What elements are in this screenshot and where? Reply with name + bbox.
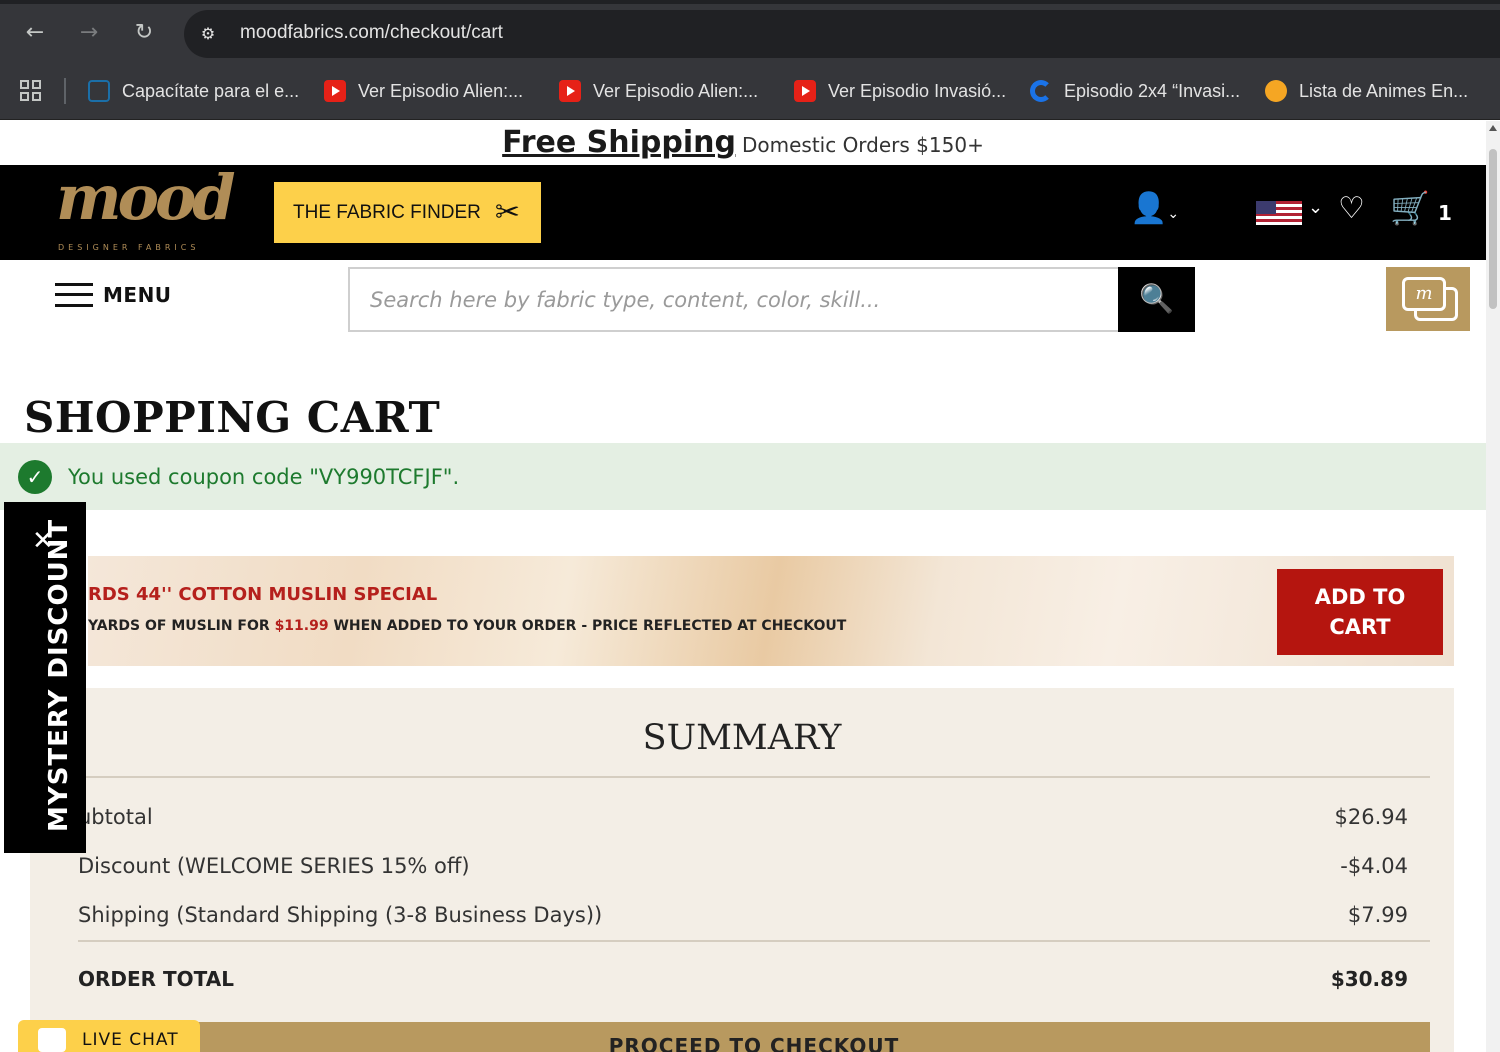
- muslin-sub-after: WHEN ADDED TO YOUR ORDER - PRICE REFLECT…: [328, 618, 847, 634]
- bookmark-item[interactable]: Ver Episodio Alien:...: [559, 77, 758, 105]
- row-label: Shipping (Standard Shipping (3-8 Busines…: [78, 903, 603, 927]
- site-settings-icon[interactable]: ⚙: [196, 22, 220, 46]
- youtube-icon: [324, 80, 346, 102]
- bookmark-item[interactable]: Capacítate para el e...: [88, 77, 299, 105]
- reload-icon[interactable]: ↻: [129, 18, 159, 48]
- page-content: Free Shipping Domestic Orders $150+ mood …: [0, 121, 1486, 1052]
- summary-divider: [78, 940, 1430, 942]
- youtube-icon: [559, 80, 581, 102]
- proceed-to-checkout-button[interactable]: PROCEED TO CHECKOUT: [78, 1022, 1430, 1052]
- muslin-special-banner: RDS 44'' COTTON MUSLIN SPECIAL YARDS OF …: [88, 556, 1454, 666]
- row-value: $7.99: [1347, 903, 1408, 927]
- chat-bubble-icon: m: [1402, 277, 1446, 311]
- search-button[interactable]: 🔍: [1118, 267, 1195, 332]
- url-text[interactable]: moodfabrics.com/checkout/cart: [240, 22, 503, 44]
- summary-row-shipping: Shipping (Standard Shipping (3-8 Busines…: [78, 903, 1408, 927]
- fabric-finder-button[interactable]: THE FABRIC FINDER ✂: [274, 182, 541, 243]
- scrollbar-thumb[interactable]: [1489, 149, 1497, 309]
- coupon-message-text: You used coupon code "VY990TCFJF".: [68, 464, 460, 489]
- page-title: SHOPPING CART: [24, 393, 441, 442]
- summary-title: SUMMARY: [642, 718, 842, 758]
- muslin-title: RDS 44'' COTTON MUSLIN SPECIAL: [88, 584, 438, 605]
- browser-toolbar: ← → ↻ ⚙ moodfabrics.com/checkout/cart: [0, 0, 1500, 62]
- order-total-label: ORDER TOTAL: [78, 967, 234, 991]
- bookmark-label: Capacítate para el e...: [122, 80, 300, 101]
- fabric-finder-label: THE FABRIC FINDER: [293, 201, 481, 223]
- logo-text: mood: [56, 161, 236, 234]
- bookmark-label: Ver Episodio Invasió...: [828, 80, 1007, 101]
- row-label: Discount (WELCOME SERIES 15% off): [78, 854, 470, 878]
- bookmarks-bar: Capacítate para el e... Ver Episodio Ali…: [0, 62, 1500, 120]
- apps-grid-icon[interactable]: [20, 80, 42, 102]
- chevron-down-icon[interactable]: ⌄: [1308, 197, 1323, 218]
- page-scrollbar[interactable]: [1486, 121, 1500, 1052]
- summary-divider: [78, 776, 1430, 778]
- logo-subtitle: DESIGNER FABRICS: [58, 243, 200, 252]
- free-shipping-banner[interactable]: Free Shipping Domestic Orders $150+: [0, 121, 1486, 165]
- menu-button[interactable]: MENU: [55, 281, 172, 309]
- muslin-sub-before: YARDS OF MUSLIN FOR: [88, 618, 275, 634]
- youtube-icon: [794, 80, 816, 102]
- chevron-down-icon: ⌄: [1167, 206, 1180, 222]
- live-chat-button[interactable]: LIVE CHAT: [18, 1020, 200, 1052]
- menu-label: MENU: [103, 283, 172, 307]
- search-field[interactable]: [348, 267, 1120, 332]
- add-to-cart-button[interactable]: ADD TO CART: [1277, 569, 1443, 655]
- cart-icon[interactable]: 🛒: [1390, 189, 1430, 227]
- mystery-discount-label: MYSTERY DISCOUNT: [44, 518, 74, 832]
- bookmark-item[interactable]: Episodio 2x4 “Invasi...: [1030, 77, 1240, 105]
- site-header: mood DESIGNER FABRICS THE FABRIC FINDER …: [0, 161, 1486, 260]
- live-chat-label: LIVE CHAT: [82, 1030, 179, 1050]
- coupon-success-message: ✓ You used coupon code "VY990TCFJF".: [0, 443, 1486, 510]
- bookmark-item[interactable]: Ver Episodio Alien:...: [324, 77, 523, 105]
- bookmark-label: Episodio 2x4 “Invasi...: [1064, 80, 1241, 101]
- address-bar[interactable]: ⚙ moodfabrics.com/checkout/cart: [184, 10, 1500, 58]
- row-value: $26.94: [1334, 805, 1408, 829]
- forward-icon[interactable]: →: [74, 18, 104, 48]
- chat-button[interactable]: m: [1386, 267, 1470, 331]
- cart-count[interactable]: 1: [1438, 201, 1452, 225]
- chat-icon: [38, 1028, 66, 1052]
- summary-row-subtotal: ubtotal $26.94: [78, 805, 1408, 829]
- bookmark-item[interactable]: Ver Episodio Invasió...: [794, 77, 1006, 105]
- row-label: ubtotal: [78, 805, 153, 829]
- account-icon[interactable]: 👤⌄: [1130, 191, 1179, 226]
- hamburger-icon: [55, 281, 93, 309]
- back-icon[interactable]: ←: [20, 18, 50, 48]
- ball-icon: [1265, 80, 1287, 102]
- search-input[interactable]: [350, 269, 1118, 330]
- scroll-up-icon[interactable]: [1489, 125, 1497, 131]
- check-icon: ✓: [18, 459, 52, 494]
- us-flag-icon[interactable]: [1256, 201, 1302, 225]
- summary-row-discount: Discount (WELCOME SERIES 15% off) -$4.04: [78, 854, 1408, 878]
- bookmarks-separator: [64, 78, 66, 104]
- mystery-discount-tab[interactable]: ✕ MYSTERY DISCOUNT: [4, 502, 86, 853]
- promo-text: Domestic Orders $150+: [741, 133, 984, 157]
- scissors-icon: ✂: [494, 195, 521, 229]
- order-total-row: ORDER TOTAL $30.89: [78, 967, 1408, 991]
- order-summary: SUMMARY ubtotal $26.94 Discount (WELCOME …: [30, 688, 1454, 1052]
- mood-logo[interactable]: mood DESIGNER FABRICS: [56, 161, 236, 255]
- bookmark-label: Lista de Animes En...: [1299, 80, 1469, 101]
- order-total-value: $30.89: [1330, 967, 1408, 991]
- wishlist-heart-icon[interactable]: ♡: [1338, 191, 1365, 226]
- document-icon: [88, 80, 110, 102]
- edge-icon: [1030, 80, 1052, 102]
- bookmark-label: Ver Episodio Alien:...: [358, 80, 524, 101]
- bookmark-item[interactable]: Lista de Animes En...: [1265, 77, 1468, 105]
- search-icon: 🔍: [1139, 282, 1174, 315]
- bookmark-label: Ver Episodio Alien:...: [593, 80, 759, 101]
- muslin-price: $11.99: [274, 618, 329, 634]
- muslin-subtitle: YARDS OF MUSLIN FOR $11.99 WHEN ADDED TO…: [88, 618, 846, 634]
- promo-strong[interactable]: Free Shipping: [502, 125, 736, 160]
- row-value: -$4.04: [1340, 854, 1408, 878]
